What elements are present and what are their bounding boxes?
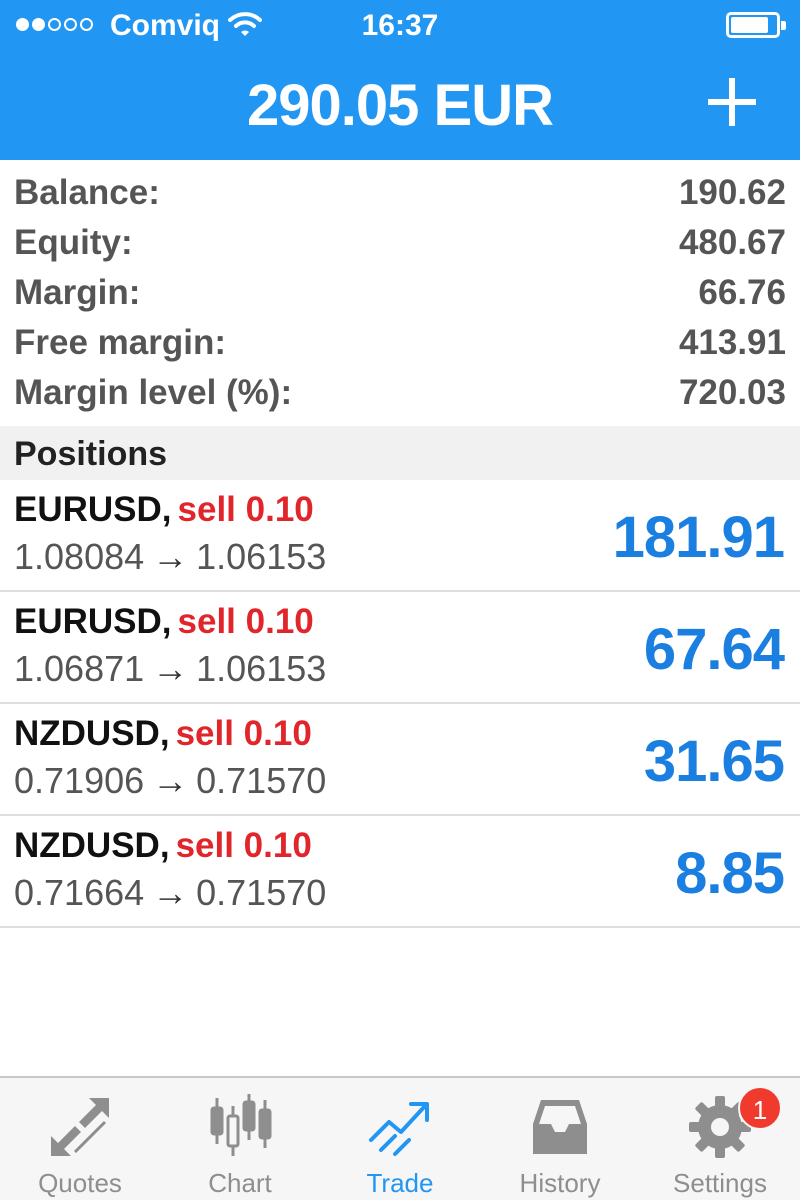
free-margin-value: 413.91 <box>678 323 786 362</box>
margin-level-value: 720.03 <box>678 373 786 412</box>
status-time: 16:37 <box>361 9 439 42</box>
position-side: sell 0.10 <box>177 490 314 529</box>
margin-row: Margin: 66.76 <box>0 268 800 318</box>
position-profit: 31.65 <box>643 729 785 794</box>
positions-list: EURUSD, sell 0.10 1.08084 → 1.06153 181.91 … <box>0 480 800 928</box>
tab-chart-label: Chart <box>208 1168 272 1198</box>
position-row[interactable]: EURUSD, sell 0.10 1.08084 → 1.06153 181.91 <box>0 480 800 592</box>
plus-icon[interactable] <box>704 74 760 130</box>
quotes-arrows-icon <box>51 1098 109 1156</box>
position-open-price: 1.08084 <box>14 536 145 577</box>
free-margin-label: Free margin: <box>14 323 226 362</box>
status-bar: Comviq 16:37 <box>0 0 800 52</box>
right-arrow-icon: → <box>152 648 189 689</box>
position-row[interactable]: EURUSD, sell 0.10 1.06871 → 1.06153 67.64 <box>0 592 800 704</box>
position-side: sell 0.10 <box>175 714 312 753</box>
position-symbol: NZDUSD, <box>14 714 170 753</box>
candlestick-chart-icon <box>210 1094 272 1156</box>
account-total-title: 290.05 EUR <box>247 73 554 138</box>
balance-row: Balance: 190.62 <box>0 168 800 218</box>
tab-quotes-label: Quotes <box>38 1168 122 1198</box>
right-arrow-icon: → <box>152 536 189 577</box>
positions-section-header: Positions <box>0 426 800 480</box>
position-profit: 181.91 <box>612 505 785 570</box>
equity-value: 480.67 <box>678 223 786 262</box>
position-profit: 8.85 <box>675 841 785 906</box>
tab-chart[interactable]: Chart <box>160 1078 320 1200</box>
equity-label: Equity: <box>14 223 133 262</box>
account-summary: Balance: 190.62 Equity: 480.67 Margin: 6… <box>0 168 800 418</box>
position-symbol: EURUSD, <box>14 602 172 641</box>
position-open-price: 0.71664 <box>14 872 145 913</box>
position-current-price: 0.71570 <box>196 872 327 913</box>
tab-settings-label: Settings <box>673 1168 767 1198</box>
balance-value: 190.62 <box>678 173 786 212</box>
tab-trade[interactable]: Trade <box>320 1078 480 1200</box>
margin-label: Margin: <box>14 273 141 312</box>
equity-row: Equity: 480.67 <box>0 218 800 268</box>
tab-trade-label: Trade <box>366 1168 434 1198</box>
right-arrow-icon: → <box>152 872 189 913</box>
position-open-price: 0.71906 <box>14 760 145 801</box>
position-row[interactable]: NZDUSD, sell 0.10 0.71906 → 0.71570 31.65 <box>0 704 800 816</box>
battery-level <box>731 17 768 33</box>
app-header: Comviq 16:37 290.05 EUR <box>0 0 800 160</box>
right-arrow-icon: → <box>152 760 189 801</box>
free-margin-row: Free margin: 413.91 <box>0 318 800 368</box>
trade-trend-icon <box>369 1102 429 1156</box>
margin-level-row: Margin level (%): 720.03 <box>0 368 800 418</box>
battery-icon <box>726 12 786 38</box>
settings-notification-badge: 1 <box>738 1086 782 1130</box>
position-current-price: 1.06153 <box>196 648 327 689</box>
tab-history[interactable]: History <box>480 1078 640 1200</box>
margin-value: 66.76 <box>698 273 786 312</box>
position-side: sell 0.10 <box>175 826 312 865</box>
position-current-price: 1.06153 <box>196 536 327 577</box>
position-open-price: 1.06871 <box>14 648 145 689</box>
position-row[interactable]: NZDUSD, sell 0.10 0.71664 → 0.71570 8.85 <box>0 816 800 928</box>
margin-level-label: Margin level (%): <box>14 373 293 412</box>
position-symbol: NZDUSD, <box>14 826 170 865</box>
position-current-price: 0.71570 <box>196 760 327 801</box>
inbox-tray-icon <box>533 1100 587 1154</box>
position-side: sell 0.10 <box>177 602 314 641</box>
tab-quotes[interactable]: Quotes <box>0 1078 160 1200</box>
balance-label: Balance: <box>14 173 160 212</box>
tab-history-label: History <box>519 1168 601 1198</box>
bottom-tab-bar: Quotes Chart Trade History Settings <box>0 1076 800 1200</box>
position-profit: 67.64 <box>643 617 785 682</box>
position-symbol: EURUSD, <box>14 490 172 529</box>
